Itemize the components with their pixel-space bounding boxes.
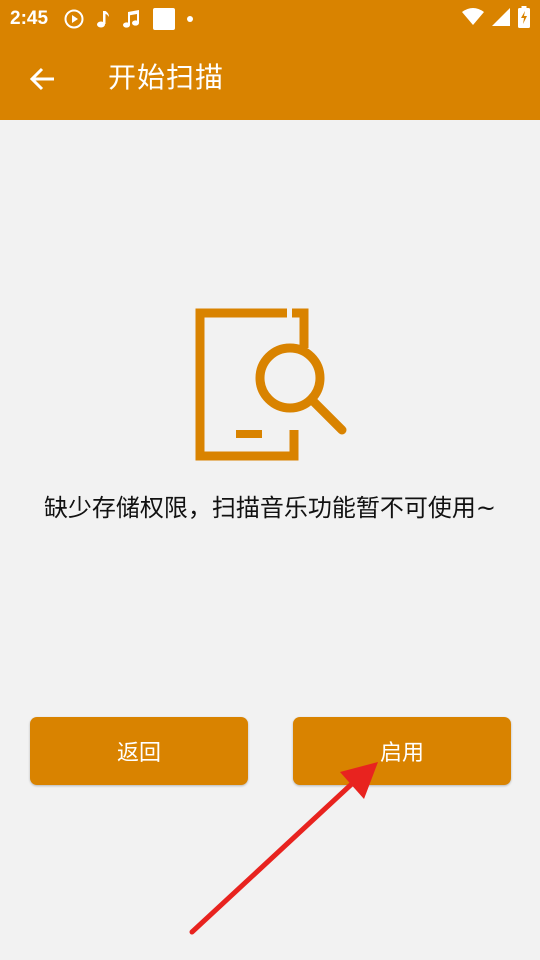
enable-button[interactable]: 启用 <box>293 717 511 785</box>
play-circle-icon <box>64 9 84 29</box>
app-bar: 开始扫描 <box>0 38 540 120</box>
document-search-icon <box>192 308 348 468</box>
dot-icon <box>186 15 194 23</box>
square-notification-icon <box>153 8 176 30</box>
signal-icon <box>492 8 510 30</box>
permission-message: 缺少存储权限，扫描音乐功能暂不可使用~ <box>43 494 497 522</box>
wifi-icon <box>462 8 484 30</box>
music-notes-icon <box>122 9 142 29</box>
annotation-arrow <box>189 762 378 935</box>
music-note-icon <box>95 9 111 29</box>
page-title: 开始扫描 <box>108 61 225 94</box>
battery-charging-icon <box>518 6 530 32</box>
back-button[interactable]: 返回 <box>30 717 248 785</box>
status-bar: 2:45 <box>0 0 540 38</box>
status-time: 2:45 <box>10 8 49 29</box>
arrow-left-icon[interactable] <box>26 63 58 95</box>
